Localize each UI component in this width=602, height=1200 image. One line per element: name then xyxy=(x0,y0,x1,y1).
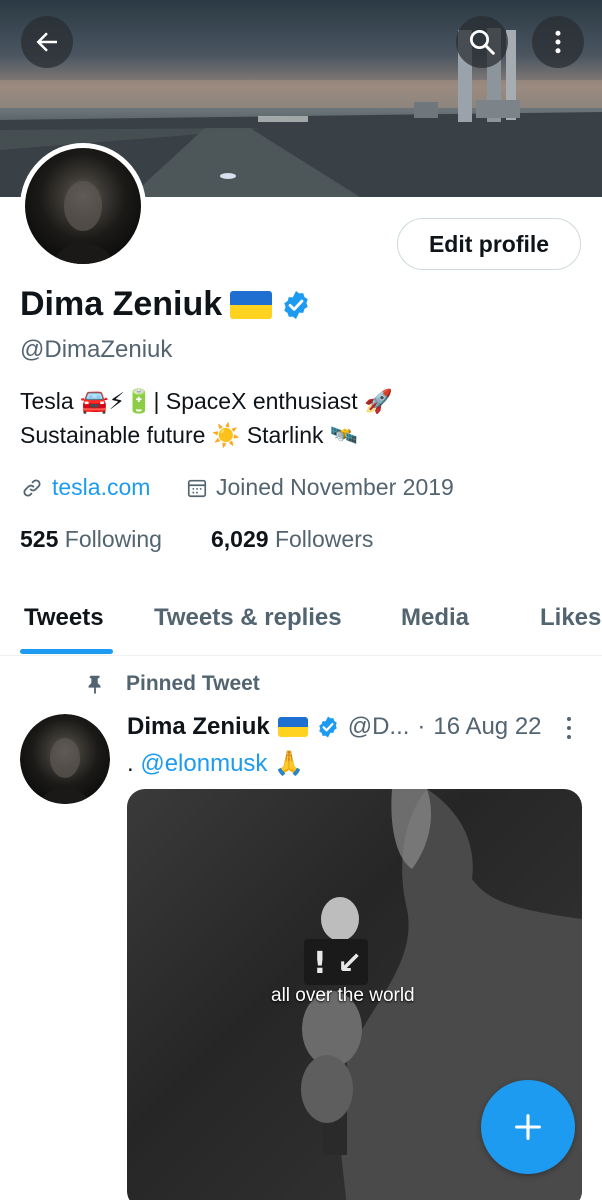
verified-badge-icon xyxy=(284,290,308,319)
followers-link[interactable]: 6,029 Followers xyxy=(211,526,373,553)
profile-tabs: Tweets Tweets & replies Media Likes xyxy=(0,590,602,656)
tweet-author-avatar[interactable] xyxy=(20,714,110,804)
arrow-left-icon xyxy=(36,32,57,52)
tweet-mention-link[interactable]: @elonmusk xyxy=(140,750,267,777)
following-link[interactable]: 525 Following xyxy=(20,526,162,553)
tweet-separator: · xyxy=(417,713,426,740)
followers-count: 6,029 xyxy=(211,526,269,552)
video-caption: all over the world xyxy=(271,985,415,1006)
more-options-button[interactable] xyxy=(532,16,584,68)
plus-icon xyxy=(515,1114,541,1140)
ukraine-flag-icon xyxy=(277,717,308,737)
bio-line-2: Sustainable future ☀️ Starlink 🛰️ xyxy=(20,422,359,448)
tweet-date[interactable]: 16 Aug 22 xyxy=(433,713,541,741)
tab-media[interactable]: Media xyxy=(401,604,469,632)
tab-tweets[interactable]: Tweets xyxy=(24,604,104,632)
bio-line-1: Tesla 🚘⚡🔋| SpaceX enthusiast 🚀 xyxy=(20,388,393,414)
profile-name: Dima Zeniuk xyxy=(20,285,223,323)
ukraine-flag-icon xyxy=(230,290,273,319)
edit-profile-button[interactable]: Edit profile xyxy=(397,218,581,270)
pin-icon xyxy=(88,675,101,695)
profile-name-row: Dima Zeniuk xyxy=(20,285,312,324)
tweet-more-icon[interactable] xyxy=(558,715,580,741)
pinned-label: Pinned Tweet xyxy=(126,672,260,695)
website-link[interactable]: tesla.com xyxy=(52,474,150,501)
avatar-image xyxy=(25,148,141,264)
calendar-icon xyxy=(187,479,207,497)
tweet-text: . @elonmusk 🙏 xyxy=(127,749,304,778)
website-row: tesla.com xyxy=(20,474,150,501)
joined-date: Joined November 2019 xyxy=(216,474,454,500)
tweet-header: Dima Zeniuk @D... · 16 Aug 22 xyxy=(127,713,542,741)
following-count: 525 xyxy=(20,526,59,552)
verified-badge-icon xyxy=(318,716,337,738)
back-button[interactable] xyxy=(21,16,73,68)
tweet-text-prefix: . xyxy=(127,750,141,777)
tab-likes[interactable]: Likes xyxy=(540,604,601,632)
tweet-author-handle[interactable]: @D... xyxy=(348,713,410,741)
link-icon xyxy=(23,478,41,497)
active-tab-indicator xyxy=(20,649,113,654)
svg-text:! ↙: ! ↙ xyxy=(313,946,362,981)
tab-tweets-and-replies[interactable]: Tweets & replies xyxy=(154,604,342,632)
search-icon xyxy=(470,30,495,55)
search-button[interactable] xyxy=(456,16,508,68)
compose-tweet-button[interactable] xyxy=(481,1080,575,1174)
profile-handle: @DimaZeniuk xyxy=(20,336,173,363)
more-vertical-icon xyxy=(555,30,561,54)
followers-label: Followers xyxy=(274,526,374,552)
tweet-author-name[interactable]: Dima Zeniuk xyxy=(127,713,270,741)
pinned-label-row: Pinned Tweet xyxy=(84,672,260,696)
profile-avatar[interactable] xyxy=(20,143,146,269)
tweet-text-suffix: 🙏 xyxy=(267,750,304,777)
joined-row: Joined November 2019 xyxy=(186,474,454,501)
following-label: Following xyxy=(64,526,162,552)
avatar-image xyxy=(20,714,110,804)
